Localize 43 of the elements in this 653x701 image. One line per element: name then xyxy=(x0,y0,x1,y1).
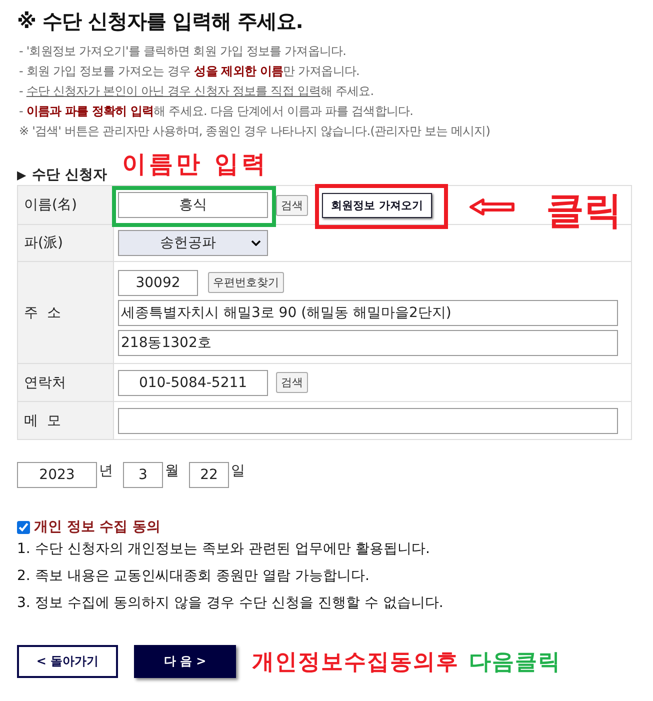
annotation-text: 개인정보수집동의후 xyxy=(252,648,459,676)
consent-checkbox[interactable] xyxy=(17,520,30,534)
month-unit: 월 xyxy=(165,462,179,480)
name-input[interactable]: 흥식 xyxy=(118,192,268,218)
row-label: 이름(名) xyxy=(17,186,113,225)
triangle-marker: ▶ xyxy=(17,168,26,182)
memo-input[interactable] xyxy=(118,408,618,434)
section-title: 수단 신청자 xyxy=(32,166,108,184)
search-button[interactable]: 검색 xyxy=(276,372,308,393)
day-unit: 일 xyxy=(231,462,245,480)
back-button[interactable]: < 돌아가기 xyxy=(17,645,118,678)
row-label: 메 모 xyxy=(17,402,113,440)
zip-search-button[interactable]: 우편번호찾기 xyxy=(208,272,284,293)
note-text: ※ '검색' 버튼은 관리자만 사용하며, 종원인 경우 나타나지 않습니다.(관리자만 보는 메시지) xyxy=(19,123,491,140)
consent-title: 개인 정보 수집 동의 xyxy=(34,518,161,536)
phone-input[interactable]: 010-5084-5211 xyxy=(118,370,268,396)
annotation-text: 이름만 입력 xyxy=(122,148,268,180)
address-input[interactable]: 세종특별자치시 해밀3로 90 (해밀동 해밀마을2단지) xyxy=(118,300,618,326)
next-button[interactable]: 다 음 > xyxy=(134,645,236,678)
year-unit: 년 xyxy=(99,462,113,480)
zip-input[interactable]: 30092 xyxy=(118,270,198,296)
year-input[interactable]: 2023 xyxy=(17,462,97,488)
row-label: 주 소 xyxy=(17,262,113,364)
chevron-down-icon xyxy=(251,240,261,246)
row-label: 연락처 xyxy=(17,364,113,402)
note-text: - 수단 신청자가 본인이 아닌 경우 신청자 정보를 직접 입력해 주세요. xyxy=(19,83,375,100)
fetch-member-button[interactable]: 회원정보 가져오기 xyxy=(322,192,432,218)
consent-text: 1. 수단 신청자의 개인정보는 족보와 관련된 업무에만 활용됩니다. xyxy=(17,540,431,559)
day-input[interactable]: 22 xyxy=(189,462,229,488)
annotation-text: 클릭 xyxy=(546,186,622,234)
note-text: - 회원 가입 정보를 가져오는 경우 성을 제외한 이름만 가져옵니다. xyxy=(19,63,360,80)
search-button[interactable]: 검색 xyxy=(276,194,308,216)
note-text: - '회원정보 가져오기'를 클릭하면 회원 가입 정보를 가져옵니다. xyxy=(19,43,348,60)
left-arrow-icon xyxy=(468,198,516,216)
row-label: 파(派) xyxy=(17,225,113,262)
address-detail-input[interactable]: 218동1302호 xyxy=(118,330,618,356)
note-text: - 이름과 파를 정확히 입력해 주세요. 다음 단계에서 이름과 파를 검색합니다. xyxy=(19,103,414,120)
consent-text: 2. 족보 내용은 교동인씨대종회 종원만 열람 가능합니다. xyxy=(17,567,371,586)
consent-text: 3. 정보 수집에 동의하지 않을 경우 수단 신청을 진행할 수 없습니다. xyxy=(17,594,444,613)
annotation-text: 다음클릭 xyxy=(469,648,561,676)
branch-select[interactable]: 송헌공파 xyxy=(118,230,268,256)
page-title: ※ 수단 신청자를 입력해 주세요. xyxy=(17,8,304,35)
month-input[interactable]: 3 xyxy=(123,462,163,488)
